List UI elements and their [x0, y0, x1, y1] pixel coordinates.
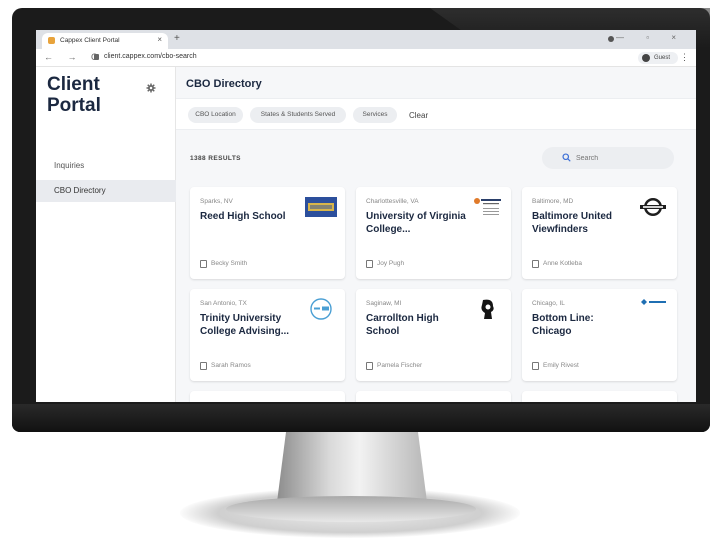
- card-location: Saginaw, MI: [366, 300, 402, 307]
- card-contact: Anne Kotleba: [543, 260, 583, 267]
- cbo-card[interactable]: Chicago, IL Bottom Line: Chicago Emily R…: [522, 289, 677, 381]
- monitor-chin: [12, 404, 710, 432]
- person-icon: [642, 54, 650, 62]
- search-box[interactable]: [542, 147, 674, 169]
- card-location: Chicago, IL: [532, 300, 565, 307]
- window-controls[interactable]: — ▫ ×: [616, 33, 686, 42]
- cbo-card[interactable]: Saginaw, MI Carrollton High School Pamel…: [356, 289, 511, 381]
- sidebar-item-label: CBO Directory: [54, 186, 106, 195]
- filter-chip-states[interactable]: States & Students Served: [250, 107, 346, 123]
- card-location: Charlottesville, VA: [366, 198, 419, 205]
- school-logo-banner-icon: [305, 197, 337, 217]
- cbo-card[interactable]: Charlottesville, VA University of Virgin…: [356, 187, 511, 279]
- sidebar-item-cbo-directory[interactable]: CBO Directory: [36, 180, 176, 202]
- card-title[interactable]: Carrollton High School: [366, 312, 466, 338]
- monitor-stand-neck: [277, 432, 427, 502]
- cbo-card[interactable]: San Antonio, TX Trinity University Colle…: [190, 289, 345, 381]
- extension-icon[interactable]: [608, 36, 614, 42]
- filter-chip-services[interactable]: Services: [353, 107, 397, 123]
- search-icon: [562, 153, 571, 162]
- close-tab-icon[interactable]: ×: [157, 35, 162, 44]
- circular-logo-icon: [310, 298, 332, 320]
- browser-menu-icon[interactable]: ⋮: [680, 52, 689, 63]
- person-icon: [366, 362, 373, 370]
- cbo-card-partial[interactable]: [356, 391, 511, 402]
- favicon-icon: [48, 37, 55, 44]
- person-icon: [532, 362, 539, 370]
- mascot-logo-icon: [481, 299, 494, 319]
- guest-profile-button[interactable]: Guest: [638, 52, 678, 64]
- portal-logo[interactable]: Client Portal: [47, 74, 101, 116]
- card-contact: Becky Smith: [211, 260, 248, 267]
- sidebar-item-inquiries[interactable]: Inquiries: [36, 155, 176, 177]
- guest-label: Guest: [654, 55, 671, 61]
- results-count: 1388 RESULTS: [190, 155, 241, 162]
- main-content: CBO Directory CBO Location States & Stud…: [176, 67, 696, 402]
- logo-line-1: Client: [47, 74, 100, 95]
- client-portal-app: Client Portal Inquiries CBO Directory CB…: [36, 67, 696, 402]
- lock-icon: [94, 54, 99, 60]
- sidebar: Client Portal Inquiries CBO Directory: [36, 67, 176, 402]
- sidebar-item-label: Inquiries: [54, 161, 85, 170]
- camera-lens-logo-icon: [640, 198, 666, 216]
- monitor-scene: Cappex Client Portal × + — ▫ × ← → C cli…: [0, 0, 710, 542]
- browser-tab[interactable]: Cappex Client Portal ×: [42, 33, 168, 49]
- person-icon: [200, 260, 207, 268]
- person-icon: [200, 362, 207, 370]
- page-title: CBO Directory: [186, 78, 262, 90]
- card-title[interactable]: Bottom Line: Chicago: [532, 312, 632, 338]
- gear-icon[interactable]: [146, 83, 156, 93]
- search-input[interactable]: [576, 149, 666, 167]
- card-contact: Pamela Fischer: [377, 362, 423, 369]
- person-icon: [366, 260, 373, 268]
- card-title[interactable]: Reed High School: [200, 210, 300, 223]
- browser-window: Cappex Client Portal × + — ▫ × ← → C cli…: [36, 30, 696, 402]
- new-tab-button[interactable]: +: [174, 33, 180, 44]
- card-location: Sparks, NV: [200, 198, 233, 205]
- address-bar: ← → C client.cappex.com/cbo-search Guest…: [36, 49, 696, 67]
- cbo-card-partial[interactable]: [190, 391, 345, 402]
- monitor-stand-foot: [226, 496, 476, 522]
- logo-line-2: Portal: [47, 95, 101, 116]
- cbo-card[interactable]: Sparks, NV Reed High School Becky Smith: [190, 187, 345, 279]
- clear-filters-link[interactable]: Clear: [409, 111, 428, 120]
- diamond-logo-icon: [641, 299, 666, 305]
- card-title[interactable]: University of Virginia College...: [366, 210, 466, 236]
- cbo-card-partial[interactable]: [522, 391, 677, 402]
- url-field[interactable]: client.cappex.com/cbo-search: [104, 53, 197, 60]
- tab-bar: Cappex Client Portal × + — ▫ ×: [36, 30, 696, 49]
- university-seal-logo-icon: [474, 198, 501, 215]
- card-contact: Emily Rivest: [543, 362, 579, 369]
- card-title[interactable]: Baltimore United Viewfinders: [532, 210, 632, 236]
- filter-chip-location[interactable]: CBO Location: [188, 107, 243, 123]
- card-contact: Sarah Ramos: [211, 362, 251, 369]
- tab-title: Cappex Client Portal: [60, 37, 120, 44]
- filter-bar: CBO Location States & Students Served Se…: [176, 98, 696, 130]
- card-title[interactable]: Trinity University College Advising...: [200, 312, 300, 338]
- cbo-card[interactable]: Baltimore, MD Baltimore United Viewfinde…: [522, 187, 677, 279]
- card-location: San Antonio, TX: [200, 300, 247, 307]
- card-contact: Joy Pugh: [377, 260, 405, 267]
- person-icon: [532, 260, 539, 268]
- card-location: Baltimore, MD: [532, 198, 574, 205]
